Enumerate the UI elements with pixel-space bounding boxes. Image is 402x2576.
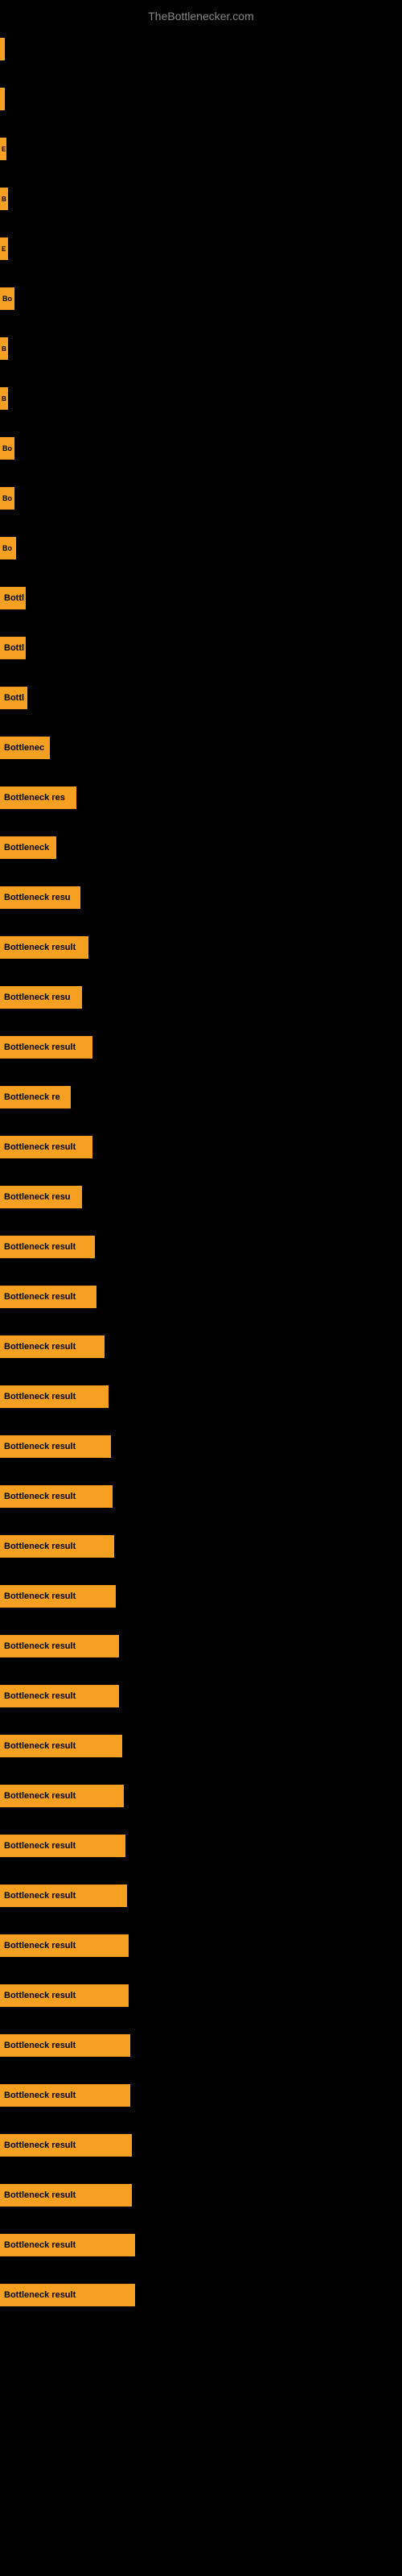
- bar-label: Bottleneck result: [0, 2084, 130, 2107]
- bar-label: Bottlenec: [0, 737, 50, 759]
- bar-row: Bottleneck result: [0, 1721, 402, 1771]
- bar-label: Bo: [0, 287, 14, 310]
- bar-row: Bottleneck result: [0, 1571, 402, 1621]
- bar-row: Bottleneck resu: [0, 873, 402, 923]
- bar-row: Bottl: [0, 623, 402, 673]
- bar-label: Bottleneck result: [0, 2184, 132, 2207]
- bar-row: Bo: [0, 473, 402, 523]
- bar-row: Bottleneck result: [0, 1022, 402, 1072]
- bar-label: [0, 88, 5, 110]
- bar-label: Bottleneck result: [0, 936, 88, 959]
- bar-label: Bottleneck result: [0, 1785, 124, 1807]
- bar-row: Bottleneck result: [0, 2070, 402, 2120]
- bar-row: Bottleneck result: [0, 1472, 402, 1521]
- bar-label: Bottleneck result: [0, 2284, 135, 2306]
- bar-label: Bottleneck result: [0, 1335, 105, 1358]
- bar-label: Bottleneck result: [0, 1435, 111, 1458]
- bar-label: Bottleneck result: [0, 1036, 92, 1059]
- bar-row: Bottleneck result: [0, 2270, 402, 2320]
- bar-row: Bottl: [0, 673, 402, 723]
- bar-label: Bottleneck result: [0, 1984, 129, 2007]
- bar-label: Bottl: [0, 687, 27, 709]
- bar-label: B: [0, 387, 8, 410]
- bar-row: Bottleneck result: [0, 2170, 402, 2220]
- bar-label: Bottleneck result: [0, 2234, 135, 2256]
- bar-label: [0, 38, 5, 60]
- bar-row: Bo: [0, 274, 402, 324]
- bar-label: Bottleneck result: [0, 1735, 122, 1757]
- bar-label: Bottleneck result: [0, 1485, 113, 1508]
- bar-row: B: [0, 174, 402, 224]
- bar-row: Bottleneck result: [0, 1771, 402, 1821]
- bar-row: Bottleneck: [0, 823, 402, 873]
- bar-row: Bottleneck res: [0, 773, 402, 823]
- bar-row: Bottleneck result: [0, 2120, 402, 2170]
- bar-row: Bottleneck resu: [0, 1172, 402, 1222]
- bar-label: Bottleneck result: [0, 1136, 92, 1158]
- bar-row: B: [0, 324, 402, 374]
- bar-label: Bottleneck: [0, 836, 56, 859]
- bar-label: E: [0, 237, 8, 260]
- bar-row: Bottleneck result: [0, 1322, 402, 1372]
- bar-row: Bottleneck result: [0, 1921, 402, 1971]
- bar-row: Bottleneck result: [0, 1521, 402, 1571]
- bar-label: Bottleneck result: [0, 1835, 125, 1857]
- bar-label: Bottleneck result: [0, 1286, 96, 1308]
- bar-label: Bottl: [0, 637, 26, 659]
- bar-label: Bo: [0, 487, 14, 510]
- bar-label: Bo: [0, 537, 16, 559]
- bar-label: Bottleneck result: [0, 1685, 119, 1707]
- bar-label: Bottleneck result: [0, 1385, 109, 1408]
- bar-label: E: [0, 138, 6, 160]
- bar-label: Bottleneck result: [0, 1585, 116, 1608]
- bar-row: B: [0, 374, 402, 423]
- bar-label: B: [0, 188, 8, 210]
- bar-row: Bottleneck result: [0, 2220, 402, 2270]
- bar-row: [0, 24, 402, 74]
- bar-label: Bottleneck result: [0, 1535, 114, 1558]
- bar-row: Bottleneck result: [0, 1372, 402, 1422]
- bar-row: Bottleneck result: [0, 2021, 402, 2070]
- bar-label: Bo: [0, 437, 14, 460]
- bar-label: Bottleneck result: [0, 1885, 127, 1907]
- bar-row: Bottleneck resu: [0, 972, 402, 1022]
- bar-row: Bottleneck result: [0, 1971, 402, 2021]
- bar-row: Bottleneck result: [0, 1222, 402, 1272]
- bar-row: Bottleneck re: [0, 1072, 402, 1122]
- bar-label: Bottleneck result: [0, 1635, 119, 1657]
- bar-row: E: [0, 224, 402, 274]
- bar-row: Bottleneck result: [0, 1122, 402, 1172]
- bar-label: B: [0, 337, 8, 360]
- bar-row: Bottleneck result: [0, 1671, 402, 1721]
- bar-label: Bottleneck result: [0, 1236, 95, 1258]
- bar-row: Bottleneck result: [0, 1272, 402, 1322]
- bar-row: [0, 74, 402, 124]
- bar-row: E: [0, 124, 402, 174]
- bar-row: Bottleneck result: [0, 1621, 402, 1671]
- bar-row: Bottlenec: [0, 723, 402, 773]
- bars-container: E B E Bo B B Bo Bo Bo Bottl Bottl Bottl Bottlenec Bot…: [0, 24, 402, 2320]
- bar-row: Bo: [0, 423, 402, 473]
- bar-row: Bottleneck result: [0, 1422, 402, 1472]
- bar-row: Bottleneck result: [0, 923, 402, 972]
- bar-label: Bottleneck resu: [0, 886, 80, 909]
- bar-row: Bottl: [0, 573, 402, 623]
- bar-label: Bottleneck result: [0, 2134, 132, 2157]
- bar-label: Bottleneck resu: [0, 1186, 82, 1208]
- bar-label: Bottleneck result: [0, 2034, 130, 2057]
- bar-label: Bottleneck result: [0, 1934, 129, 1957]
- bar-label: Bottleneck re: [0, 1086, 71, 1108]
- bar-row: Bottleneck result: [0, 1871, 402, 1921]
- bar-label: Bottleneck res: [0, 786, 76, 809]
- bar-row: Bo: [0, 523, 402, 573]
- bar-label: Bottleneck resu: [0, 986, 82, 1009]
- bar-row: Bottleneck result: [0, 1821, 402, 1871]
- bar-label: Bottl: [0, 587, 26, 609]
